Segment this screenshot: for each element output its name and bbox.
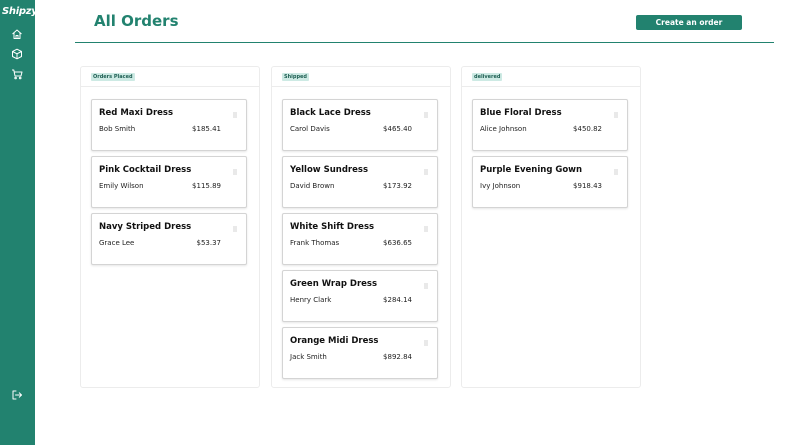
order-name: Green Wrap Dress: [290, 279, 378, 289]
package-icon[interactable]: [11, 48, 23, 60]
drag-handle-icon[interactable]: [614, 169, 618, 175]
sidebar: Shipzy: [0, 0, 38, 445]
order-name: Blue Floral Dress: [480, 108, 562, 118]
drag-handle-icon[interactable]: [233, 169, 237, 175]
drag-handle-icon[interactable]: [424, 340, 428, 346]
order-price: $892.84: [383, 353, 412, 361]
order-card[interactable]: Black Lace Dress Carol Davis $465.40: [282, 99, 438, 151]
drag-handle-icon[interactable]: [614, 112, 618, 118]
column-header: Shipped: [272, 67, 450, 87]
column-delivered: delivered Blue Floral Dress Alice Johnso…: [461, 66, 641, 388]
logout-icon[interactable]: [11, 389, 23, 401]
order-card[interactable]: Pink Cocktail Dress Emily Wilson $115.89: [91, 156, 247, 208]
order-price: $115.89: [192, 182, 221, 190]
order-customer: Grace Lee: [99, 239, 135, 247]
order-card[interactable]: Navy Striped Dress Grace Lee $53.37: [91, 213, 247, 265]
create-order-button[interactable]: Create an order: [636, 15, 742, 30]
order-customer: Carol Davis: [290, 125, 330, 133]
order-customer: David Brown: [290, 182, 335, 190]
order-card[interactable]: Orange Midi Dress Jack Smith $892.84: [282, 327, 438, 379]
order-customer: Emily Wilson: [99, 182, 144, 190]
drag-handle-icon[interactable]: [424, 112, 428, 118]
order-customer: Bob Smith: [99, 125, 136, 133]
cart-icon[interactable]: [11, 68, 23, 80]
home-icon[interactable]: [11, 28, 23, 40]
order-price: $636.65: [383, 239, 412, 247]
order-price: $53.37: [196, 239, 222, 247]
status-badge: Shipped: [282, 73, 310, 81]
order-price: $185.41: [192, 125, 221, 133]
order-card[interactable]: Red Maxi Dress Bob Smith $185.41: [91, 99, 247, 151]
drag-handle-icon[interactable]: [424, 169, 428, 175]
order-card[interactable]: Green Wrap Dress Henry Clark $284.14: [282, 270, 438, 322]
drag-handle-icon[interactable]: [233, 226, 237, 232]
brand-logo: Shipzy: [2, 6, 38, 17]
order-price: $450.82: [573, 125, 602, 133]
column-header: delivered: [462, 67, 640, 87]
order-customer: Ivy Johnson: [480, 182, 521, 190]
order-price: $284.14: [383, 296, 412, 304]
drag-handle-icon[interactable]: [424, 283, 428, 289]
order-name: Navy Striped Dress: [99, 222, 192, 232]
order-card[interactable]: White Shift Dress Frank Thomas $636.65: [282, 213, 438, 265]
order-name: Red Maxi Dress: [99, 108, 174, 118]
drag-handle-icon[interactable]: [233, 112, 237, 118]
order-name: White Shift Dress: [290, 222, 375, 232]
order-card[interactable]: Purple Evening Gown Ivy Johnson $918.43: [472, 156, 628, 208]
order-customer: Alice Johnson: [480, 125, 527, 133]
order-card[interactable]: Blue Floral Dress Alice Johnson $450.82: [472, 99, 628, 151]
order-card[interactable]: Yellow Sundress David Brown $173.92: [282, 156, 438, 208]
order-name: Orange Midi Dress: [290, 336, 379, 346]
order-customer: Jack Smith: [290, 353, 327, 361]
status-badge: Orders Placed: [91, 73, 135, 81]
order-name: Black Lace Dress: [290, 108, 371, 118]
order-name: Purple Evening Gown: [480, 165, 583, 175]
main-content: All Orders Create an order Orders Placed…: [35, 0, 800, 445]
order-price: $465.40: [383, 125, 412, 133]
column-orders-placed: Orders Placed Red Maxi Dress Bob Smith $…: [80, 66, 260, 388]
column-shipped: Shipped Black Lace Dress Carol Davis $46…: [271, 66, 451, 388]
header-divider: [75, 42, 774, 43]
order-price: $918.43: [573, 182, 602, 190]
order-customer: Frank Thomas: [290, 239, 340, 247]
order-name: Yellow Sundress: [290, 165, 369, 175]
order-name: Pink Cocktail Dress: [99, 165, 192, 175]
order-price: $173.92: [383, 182, 412, 190]
page-title: All Orders: [94, 12, 179, 30]
drag-handle-icon[interactable]: [424, 226, 428, 232]
status-badge: delivered: [472, 73, 503, 81]
column-header: Orders Placed: [81, 67, 259, 87]
order-customer: Henry Clark: [290, 296, 332, 304]
